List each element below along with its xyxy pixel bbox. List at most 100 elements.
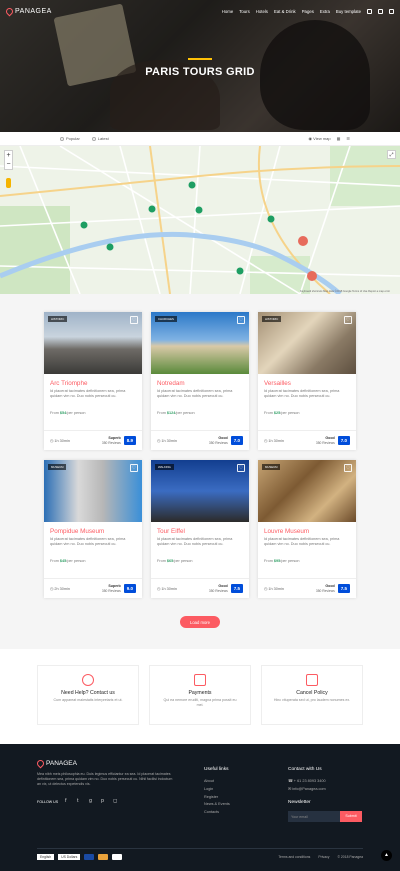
score-badge: 9.0	[123, 584, 136, 593]
tour-image[interactable]: Historic ♡	[44, 312, 142, 374]
wishlist-heart-icon[interactable]: ♡	[237, 464, 245, 472]
card-footer: ◷ 1h 30min Good 350 Reviews 7.5	[258, 578, 356, 598]
link-register[interactable]: Register	[204, 794, 230, 802]
footer-logo[interactable]: PANAGEA	[35, 758, 177, 769]
copyright: © 2018 Panagea	[337, 855, 363, 859]
wishlist-heart-icon[interactable]: ♡	[130, 316, 138, 324]
cart-icon[interactable]	[367, 8, 372, 14]
duration: 1h 30min	[268, 438, 284, 443]
newsletter-submit-button[interactable]: Submit	[340, 810, 362, 822]
tour-title[interactable]: Versailles	[258, 374, 356, 389]
sort-latest[interactable]: Latest	[91, 136, 109, 141]
tour-image[interactable]: Museum ♡	[258, 460, 356, 522]
score-badge: 7.0	[337, 436, 350, 445]
grid-view-icon[interactable]: ▦	[337, 136, 341, 141]
tour-title[interactable]: Louvre Museum	[258, 522, 356, 537]
tour-image[interactable]: Historic ♡	[258, 312, 356, 374]
score-badge: 7.5	[230, 584, 243, 593]
footer-about: Mea nibh meis philosophia eu. Duis legim…	[37, 772, 173, 786]
nav-buy-template[interactable]: Buy template	[336, 9, 361, 14]
map-attribution[interactable]: Keyboard shortcuts Map data ©2018 Google…	[300, 290, 390, 293]
category-badge: Churches	[155, 316, 177, 322]
wishlist-heart-icon[interactable]: ♡	[130, 464, 138, 472]
link-login[interactable]: Login	[204, 786, 230, 794]
duration: 2h 30min	[54, 586, 70, 591]
language-select[interactable]: English	[37, 854, 55, 860]
map[interactable]: + − ⤢ Keyboard shortcuts Map data ©2018 …	[0, 146, 400, 294]
tour-description: Id placerat tacimates definitionem sea, …	[157, 389, 233, 399]
zoom-in-button[interactable]: +	[5, 151, 12, 160]
privacy-link[interactable]: Privacy	[318, 855, 329, 859]
tour-title[interactable]: Tour Eiffel	[151, 522, 249, 537]
fullscreen-icon[interactable]: ⤢	[387, 150, 396, 159]
link-about[interactable]: About	[204, 778, 230, 786]
tour-image[interactable]: Churches ♡	[151, 312, 249, 374]
tour-card[interactable]: Historic ♡ Arc Triomphe Id placerat taci…	[44, 312, 142, 450]
payments-box[interactable]: Payments Qui ea nemore eruditi, magna pr…	[149, 665, 251, 725]
nav-eat-drink[interactable]: Eat & Drink	[274, 9, 296, 14]
instagram-icon[interactable]: ◻	[113, 799, 118, 804]
card-footer: ◷ 2h 30min Superb 350 Reviews 9.0	[44, 578, 142, 598]
terms-link[interactable]: Terms and conditions	[278, 855, 310, 859]
main-nav: Home Tours Hotels Eat & Drink Pages Extr…	[222, 8, 394, 14]
category-badge: Historic	[262, 316, 282, 322]
tour-title[interactable]: Pompidue Museum	[44, 522, 142, 537]
tour-card[interactable]: Walking ♡ Tour Eiffel Id placerat tacima…	[151, 460, 249, 598]
view-map-link[interactable]: ◉ View map	[309, 136, 331, 141]
wishlist-heart-icon[interactable]: ♡	[344, 464, 352, 472]
back-to-top-icon[interactable]: ▲	[381, 850, 392, 861]
google-plus-icon[interactable]: g	[89, 799, 94, 804]
tour-title[interactable]: Arc Triomphe	[44, 374, 142, 389]
list-view-icon[interactable]: ☰	[346, 136, 350, 141]
map-canvas	[0, 146, 400, 294]
sort-popular[interactable]: Popular	[60, 136, 80, 141]
currency-select[interactable]: US Dollars	[58, 854, 81, 860]
load-more-button[interactable]: Load more	[180, 616, 220, 628]
top-navbar: PANAGEA Home Tours Hotels Eat & Drink Pa…	[0, 0, 400, 22]
nav-home[interactable]: Home	[222, 9, 233, 14]
rating-text: Superb 350 Reviews	[101, 436, 121, 445]
tour-description: Id placerat tacimates definitionem sea, …	[264, 389, 340, 399]
mastercard-icon	[98, 854, 109, 860]
login-icon[interactable]	[378, 8, 383, 14]
category-badge: Museum	[48, 464, 67, 470]
duration: 1h 30min	[161, 438, 177, 443]
newsletter-email-input[interactable]: Your email	[288, 810, 340, 822]
tour-price: From $45/per person	[50, 559, 86, 563]
rating-text: Good 350 Reviews	[315, 584, 335, 593]
tour-card[interactable]: Museum ♡ Louvre Museum Id placerat tacim…	[258, 460, 356, 598]
logo[interactable]: PANAGEA	[4, 6, 52, 16]
twitter-icon[interactable]: t	[77, 799, 82, 804]
street-view-icon[interactable]	[6, 178, 11, 188]
nav-tours[interactable]: Tours	[239, 9, 250, 14]
nav-extra[interactable]: Extra	[320, 9, 330, 14]
tour-card[interactable]: Historic ♡ Versailles Id placerat tacima…	[258, 312, 356, 450]
tour-title[interactable]: Notredam	[151, 374, 249, 389]
zoom-out-button[interactable]: −	[5, 160, 12, 169]
menu-icon[interactable]	[389, 8, 394, 14]
tour-image[interactable]: Museum ♡	[44, 460, 142, 522]
tour-image[interactable]: Walking ♡	[151, 460, 249, 522]
link-news[interactable]: News & Events	[204, 801, 230, 809]
pinterest-icon[interactable]: p	[101, 799, 106, 804]
tour-description: Id placerat tacimates definitionem sea, …	[50, 389, 126, 399]
phone-link[interactable]: ☎ + 61 23 8093 3400	[288, 778, 362, 786]
link-contacts[interactable]: Contacts	[204, 809, 230, 817]
tour-card[interactable]: Churches ♡ Notredam Id placerat tacimate…	[151, 312, 249, 450]
tour-price: From $95/per person	[264, 559, 300, 563]
duration: 1h 30min	[54, 438, 70, 443]
nav-hotels[interactable]: Hotels	[256, 9, 268, 14]
rating-text: Good 350 Reviews	[315, 436, 335, 445]
nav-pages[interactable]: Pages	[302, 9, 314, 14]
wishlist-heart-icon[interactable]: ♡	[237, 316, 245, 324]
title-accent-line	[188, 58, 212, 60]
wishlist-heart-icon[interactable]: ♡	[344, 316, 352, 324]
paypal-icon	[112, 854, 123, 860]
footer-bottom: English US Dollars Terms and conditions …	[37, 848, 363, 860]
tour-card[interactable]: Museum ♡ Pompidue Museum Id placerat tac…	[44, 460, 142, 598]
cancel-policy-box[interactable]: Cancel Policy Hinc vituperata sed ut, pr…	[261, 665, 363, 725]
email-link[interactable]: ✉ info@Panagea.com	[288, 786, 362, 794]
cancel-text: Hinc vituperata sed ut, pro laudem nonum…	[273, 698, 351, 702]
facebook-icon[interactable]: f	[65, 799, 70, 804]
help-box[interactable]: Need Help? Contact us Cum appareat maies…	[37, 665, 139, 725]
